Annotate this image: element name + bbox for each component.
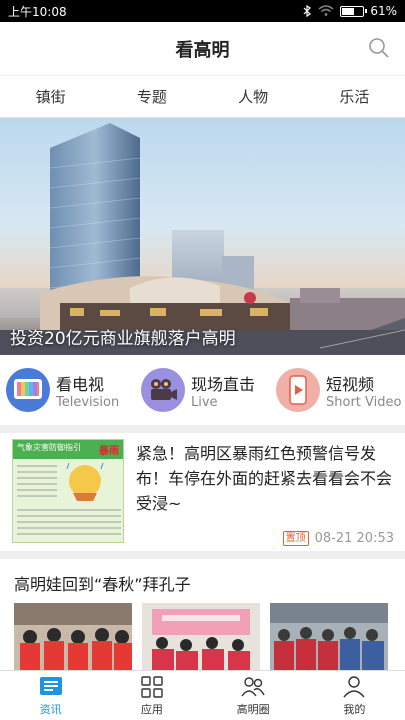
news-title: 紧急！高明区暴雨红色预警信号发布！车停在外面的赶紧去看看会不会受浸~: [136, 444, 393, 513]
album-photo: [14, 603, 132, 670]
nav-profile[interactable]: 我的: [304, 671, 405, 720]
nav-label: 高明圈: [236, 702, 270, 716]
user-icon: [343, 675, 365, 697]
quick-link-television[interactable]: 看电视 Television: [0, 368, 135, 412]
hero-banner[interactable]: 投资20亿元商业旗舰落户高明: [0, 118, 405, 355]
tab-towns[interactable]: 镇街: [24, 78, 78, 115]
pinned-badge: 置顶: [282, 531, 309, 546]
page-title: 看高明: [175, 39, 230, 61]
status-bar: 上午10:08 61%: [0, 0, 405, 22]
hero-image: [0, 123, 405, 355]
photo-album-item[interactable]: 高明娃回到“春秋”拜孔子: [0, 559, 405, 670]
nav-news[interactable]: 资讯: [0, 671, 101, 720]
thumb-heading: 气象灾害防御指引: [17, 443, 81, 452]
quick-link-title: 看电视: [56, 374, 105, 394]
nav-label: 资讯: [39, 702, 62, 716]
wifi-icon: [318, 5, 334, 16]
quick-link-subtitle: Live: [191, 394, 218, 410]
category-tabs: 镇街 专题 人物 乐活: [0, 76, 405, 118]
news-icon: [39, 676, 62, 695]
thumb-illustration: [17, 462, 121, 535]
thumb-header: 气象灾害防御指引 暴雨: [13, 440, 123, 459]
quick-link-live[interactable]: 现场直击 Live: [135, 368, 270, 412]
battery-icon: [340, 5, 368, 17]
section-divider: [0, 551, 405, 559]
quick-link-subtitle: Television: [56, 394, 120, 410]
hero-caption: 投资20亿元商业旗舰落户高明: [10, 329, 236, 349]
quick-link-subtitle: Short Video: [326, 394, 402, 410]
tab-topics[interactable]: 专题: [125, 78, 179, 115]
nav-apps[interactable]: 应用: [101, 671, 202, 720]
album-photos: [14, 603, 388, 670]
quick-links: 看电视 Television 现场直击 Live 短视频 Short Video: [0, 355, 405, 425]
section-divider: [0, 425, 405, 433]
news-thumbnail: 气象灾害防御指引 暴雨: [12, 439, 124, 543]
phone-play-icon: [276, 368, 320, 412]
album-photo: [270, 603, 388, 670]
nav-label: 应用: [140, 702, 163, 716]
quick-link-title: 现场直击: [191, 374, 256, 394]
camera-icon: [141, 368, 185, 412]
news-meta: 置顶 08-21 20:53: [136, 531, 394, 546]
grid-icon: [141, 675, 163, 698]
battery-percent: 61%: [370, 4, 397, 18]
quick-link-short-video[interactable]: 短视频 Short Video: [270, 368, 405, 412]
nav-label: 我的: [343, 702, 366, 716]
nav-community[interactable]: 高明圈: [203, 671, 304, 720]
thumb-keyword: 暴雨: [99, 446, 119, 457]
bottom-nav: 资讯 应用 高明圈 我的: [0, 670, 405, 720]
status-icons: 61%: [302, 4, 397, 18]
album-title: 高明娃回到“春秋”拜孔子: [14, 575, 191, 594]
news-timestamp: 08-21 20:53: [314, 531, 394, 546]
battery-fill: [342, 7, 355, 15]
quick-link-title: 短视频: [326, 374, 375, 394]
app-header: 看高明: [0, 22, 405, 76]
album-photo: [142, 603, 260, 670]
tv-icon: [6, 368, 50, 412]
tab-lifestyle[interactable]: 乐活: [327, 78, 381, 115]
tab-people[interactable]: 人物: [226, 78, 280, 115]
bluetooth-icon: [303, 5, 312, 17]
status-time: 上午10:08: [8, 4, 67, 19]
search-icon[interactable]: [367, 36, 391, 60]
people-icon: [241, 676, 265, 696]
news-item[interactable]: 气象灾害防御指引 暴雨 紧急！高明区暴雨红色预警信号发布！车停在外面的赶紧去看看…: [0, 433, 405, 551]
